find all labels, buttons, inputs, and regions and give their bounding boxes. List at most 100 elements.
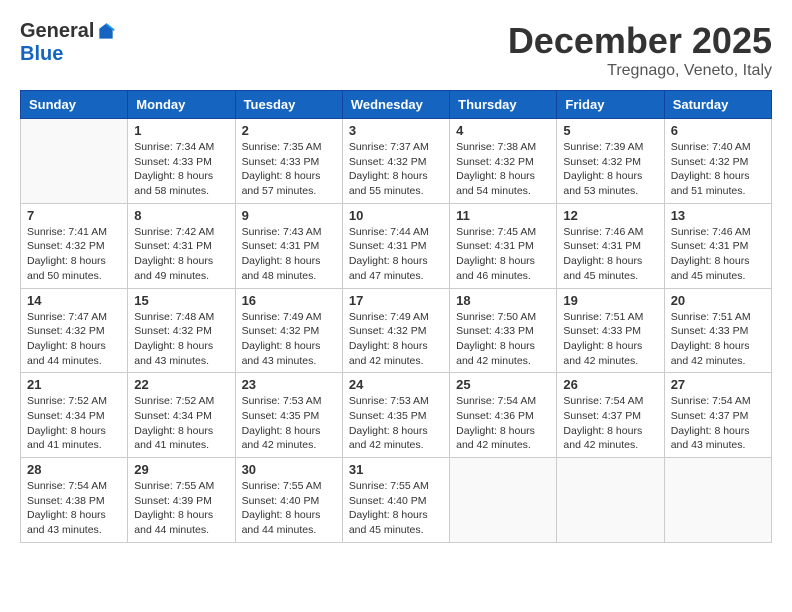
weekday-header: Monday: [128, 91, 235, 119]
day-info: Sunrise: 7:47 AMSunset: 4:32 PMDaylight:…: [27, 310, 121, 369]
day-info: Sunrise: 7:54 AMSunset: 4:37 PMDaylight:…: [671, 394, 765, 453]
calendar-week-row: 7 Sunrise: 7:41 AMSunset: 4:32 PMDaylight…: [21, 203, 772, 288]
day-number: 17: [349, 293, 443, 308]
calendar-day-cell: 27 Sunrise: 7:54 AMSunset: 4:37 PMDayligh…: [664, 373, 771, 458]
calendar-week-row: 28Sunrise: 7:54 AMSunset: 4:38 PMDayligh…: [21, 458, 772, 543]
day-number: 23: [242, 377, 336, 392]
calendar-week-row: 14 Sunrise: 7:47 AMSunset: 4:32 PMDayligh…: [21, 288, 772, 373]
day-number: 12: [563, 208, 657, 223]
day-number: 3: [349, 123, 443, 138]
day-number: 26: [563, 377, 657, 392]
day-number: 28: [27, 462, 121, 477]
day-number: 14: [27, 293, 121, 308]
day-number: 29: [134, 462, 228, 477]
day-number: 20: [671, 293, 765, 308]
calendar-day-cell: 29Sunrise: 7:55 AMSunset: 4:39 PMDayligh…: [128, 458, 235, 543]
day-info: Sunrise: 7:41 AMSunset: 4:32 PMDaylight:…: [27, 225, 121, 284]
calendar-day-cell: 1 Sunrise: 7:34 AMSunset: 4:33 PMDaylight…: [128, 119, 235, 204]
day-number: 4: [456, 123, 550, 138]
day-info: Sunrise: 7:49 AMSunset: 4:32 PMDaylight:…: [349, 310, 443, 369]
day-info: Sunrise: 7:43 AMSunset: 4:31 PMDaylight:…: [242, 225, 336, 284]
day-info: Sunrise: 7:40 AMSunset: 4:32 PMDaylight:…: [671, 140, 765, 199]
calendar-day-cell: 9 Sunrise: 7:43 AMSunset: 4:31 PMDaylight…: [235, 203, 342, 288]
day-number: 18: [456, 293, 550, 308]
calendar-day-cell: [664, 458, 771, 543]
day-number: 24: [349, 377, 443, 392]
location-subtitle: Tregnago, Veneto, Italy: [508, 62, 772, 80]
day-info: Sunrise: 7:37 AMSunset: 4:32 PMDaylight:…: [349, 140, 443, 199]
day-info: Sunrise: 7:46 AMSunset: 4:31 PMDaylight:…: [671, 225, 765, 284]
calendar-day-cell: 8Sunrise: 7:42 AMSunset: 4:31 PMDaylight…: [128, 203, 235, 288]
calendar-week-row: 21 Sunrise: 7:52 AMSunset: 4:34 PMDayligh…: [21, 373, 772, 458]
day-number: 10: [349, 208, 443, 223]
calendar-day-cell: 14 Sunrise: 7:47 AMSunset: 4:32 PMDayligh…: [21, 288, 128, 373]
page-header: General Blue December 2025 Tregnago, Ven…: [20, 20, 772, 80]
title-section: December 2025 Tregnago, Veneto, Italy: [508, 20, 772, 80]
calendar-day-cell: 17 Sunrise: 7:49 AMSunset: 4:32 PMDayligh…: [342, 288, 449, 373]
day-number: 15: [134, 293, 228, 308]
calendar-day-cell: 28Sunrise: 7:54 AMSunset: 4:38 PMDayligh…: [21, 458, 128, 543]
day-info: Sunrise: 7:46 AMSunset: 4:31 PMDaylight:…: [563, 225, 657, 284]
day-info: Sunrise: 7:51 AMSunset: 4:33 PMDaylight:…: [671, 310, 765, 369]
calendar-day-cell: 2Sunrise: 7:35 AMSunset: 4:33 PMDaylight…: [235, 119, 342, 204]
calendar-day-cell: 23Sunrise: 7:53 AMSunset: 4:35 PMDayligh…: [235, 373, 342, 458]
day-number: 27: [671, 377, 765, 392]
logo: General Blue: [20, 20, 116, 66]
day-info: Sunrise: 7:51 AMSunset: 4:33 PMDaylight:…: [563, 310, 657, 369]
calendar-day-cell: 12 Sunrise: 7:46 AMSunset: 4:31 PMDayligh…: [557, 203, 664, 288]
calendar-day-cell: 21 Sunrise: 7:52 AMSunset: 4:34 PMDayligh…: [21, 373, 128, 458]
calendar-day-cell: 22 Sunrise: 7:52 AMSunset: 4:34 PMDayligh…: [128, 373, 235, 458]
logo-icon: [96, 22, 116, 42]
day-number: 25: [456, 377, 550, 392]
day-number: 21: [27, 377, 121, 392]
day-number: 1: [134, 123, 228, 138]
day-number: 31: [349, 462, 443, 477]
calendar-day-cell: 16 Sunrise: 7:49 AMSunset: 4:32 PMDayligh…: [235, 288, 342, 373]
weekday-header: Sunday: [21, 91, 128, 119]
day-number: 16: [242, 293, 336, 308]
calendar-day-cell: 11Sunrise: 7:45 AMSunset: 4:31 PMDayligh…: [450, 203, 557, 288]
calendar-day-cell: 19Sunrise: 7:51 AMSunset: 4:33 PMDayligh…: [557, 288, 664, 373]
calendar-day-cell: 4 Sunrise: 7:38 AMSunset: 4:32 PMDaylight…: [450, 119, 557, 204]
day-info: Sunrise: 7:39 AMSunset: 4:32 PMDaylight:…: [563, 140, 657, 199]
day-info: Sunrise: 7:34 AMSunset: 4:33 PMDaylight:…: [134, 140, 228, 199]
day-number: 5: [563, 123, 657, 138]
calendar-day-cell: 31 Sunrise: 7:55 AMSunset: 4:40 PMDayligh…: [342, 458, 449, 543]
calendar-day-cell: 20 Sunrise: 7:51 AMSunset: 4:33 PMDayligh…: [664, 288, 771, 373]
day-info: Sunrise: 7:54 AMSunset: 4:37 PMDaylight:…: [563, 394, 657, 453]
logo-general: General: [20, 20, 94, 43]
weekday-header: Wednesday: [342, 91, 449, 119]
weekday-header: Tuesday: [235, 91, 342, 119]
day-number: 13: [671, 208, 765, 223]
calendar-header-row: SundayMondayTuesdayWednesdayThursdayFrid…: [21, 91, 772, 119]
day-info: Sunrise: 7:52 AMSunset: 4:34 PMDaylight:…: [134, 394, 228, 453]
day-number: 30: [242, 462, 336, 477]
month-title: December 2025: [508, 20, 772, 62]
calendar-day-cell: 24Sunrise: 7:53 AMSunset: 4:35 PMDayligh…: [342, 373, 449, 458]
day-number: 7: [27, 208, 121, 223]
calendar-day-cell: 10 Sunrise: 7:44 AMSunset: 4:31 PMDayligh…: [342, 203, 449, 288]
calendar-day-cell: 7 Sunrise: 7:41 AMSunset: 4:32 PMDaylight…: [21, 203, 128, 288]
day-info: Sunrise: 7:52 AMSunset: 4:34 PMDaylight:…: [27, 394, 121, 453]
day-info: Sunrise: 7:55 AMSunset: 4:40 PMDaylight:…: [349, 479, 443, 538]
day-info: Sunrise: 7:55 AMSunset: 4:40 PMDaylight:…: [242, 479, 336, 538]
calendar-day-cell: 6 Sunrise: 7:40 AMSunset: 4:32 PMDaylight…: [664, 119, 771, 204]
day-number: 6: [671, 123, 765, 138]
calendar-day-cell: [557, 458, 664, 543]
day-number: 9: [242, 208, 336, 223]
day-info: Sunrise: 7:38 AMSunset: 4:32 PMDaylight:…: [456, 140, 550, 199]
calendar-table: SundayMondayTuesdayWednesdayThursdayFrid…: [20, 90, 772, 543]
day-info: Sunrise: 7:50 AMSunset: 4:33 PMDaylight:…: [456, 310, 550, 369]
calendar-week-row: 1 Sunrise: 7:34 AMSunset: 4:33 PMDaylight…: [21, 119, 772, 204]
day-info: Sunrise: 7:49 AMSunset: 4:32 PMDaylight:…: [242, 310, 336, 369]
calendar-day-cell: 18 Sunrise: 7:50 AMSunset: 4:33 PMDayligh…: [450, 288, 557, 373]
day-info: Sunrise: 7:48 AMSunset: 4:32 PMDaylight:…: [134, 310, 228, 369]
calendar-day-cell: 30 Sunrise: 7:55 AMSunset: 4:40 PMDayligh…: [235, 458, 342, 543]
day-number: 22: [134, 377, 228, 392]
day-info: Sunrise: 7:44 AMSunset: 4:31 PMDaylight:…: [349, 225, 443, 284]
day-number: 8: [134, 208, 228, 223]
calendar-day-cell: 3 Sunrise: 7:37 AMSunset: 4:32 PMDaylight…: [342, 119, 449, 204]
calendar-day-cell: 26 Sunrise: 7:54 AMSunset: 4:37 PMDayligh…: [557, 373, 664, 458]
weekday-header: Saturday: [664, 91, 771, 119]
calendar-day-cell: 13 Sunrise: 7:46 AMSunset: 4:31 PMDayligh…: [664, 203, 771, 288]
